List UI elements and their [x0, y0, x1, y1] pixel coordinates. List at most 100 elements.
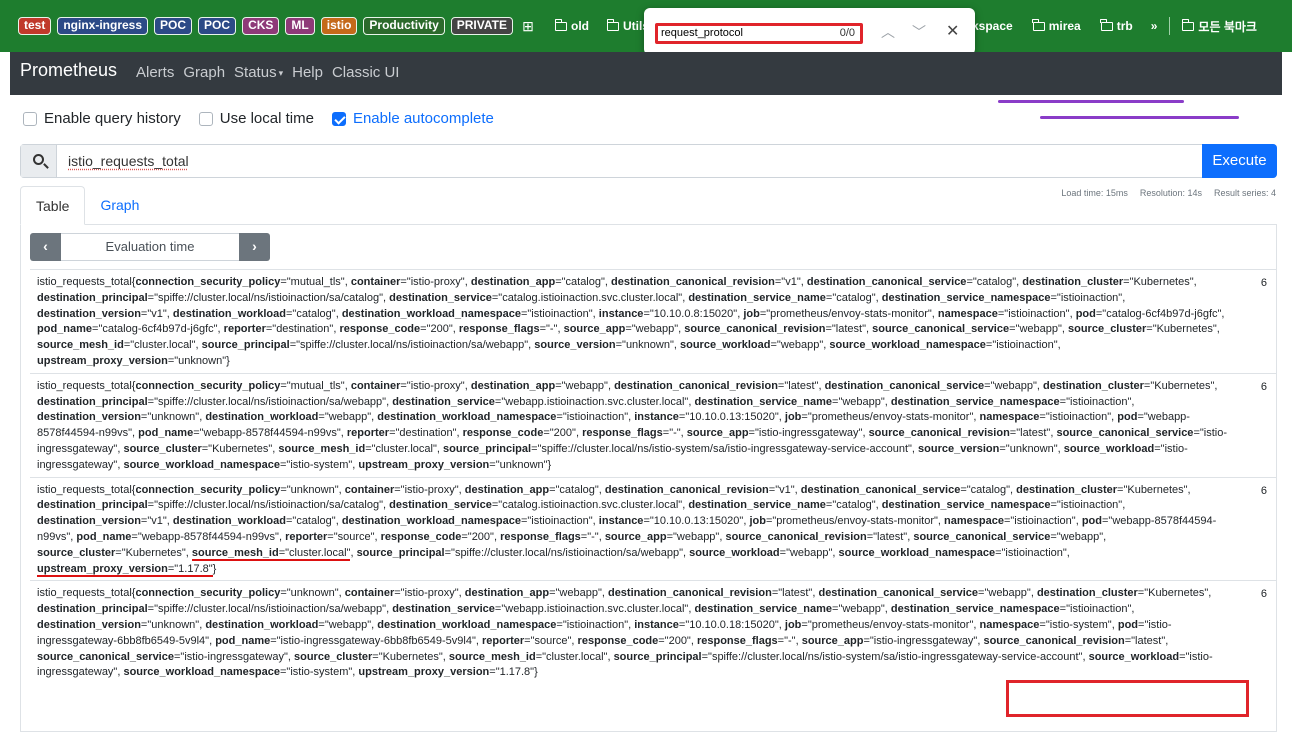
- find-bar: request_protocol 0/0 ︿ ﹀ ✕: [644, 8, 975, 55]
- nav-graph[interactable]: Graph: [183, 64, 225, 81]
- label-pair: source_mesh_id="cluster.local": [448, 650, 608, 663]
- tab-graph[interactable]: Graph: [85, 186, 154, 225]
- query-history-checkbox[interactable]: [23, 111, 37, 126]
- all-bookmarks-label: 모든 북마크: [1198, 19, 1257, 34]
- bookmark-folder-kspace[interactable]: kspace: [972, 19, 1013, 33]
- label-pair: connection_security_policy="unknown": [135, 483, 339, 496]
- bookmark-folders-right: kspace mirea trb » 모든 북마크: [960, 17, 1257, 35]
- autocomplete-checkbox[interactable]: [331, 111, 346, 126]
- label-key: destination_canonical_service: [800, 483, 961, 496]
- label-pair: response_flags="-": [696, 634, 796, 647]
- label-key: source_canonical_service: [1056, 427, 1194, 440]
- label-pair: destination_cluster="Kubernetes": [1016, 483, 1188, 496]
- bookmark-tag-poc[interactable]: POC: [154, 17, 193, 35]
- label-key: source_version: [918, 442, 1000, 455]
- query-input[interactable]: istio_requests_total: [57, 145, 1202, 177]
- bookmark-tag-istio[interactable]: istio: [320, 17, 358, 35]
- query-history-option[interactable]: Enable query history: [23, 110, 181, 127]
- all-bookmarks-folder[interactable]: 모든 북마크: [1181, 18, 1257, 35]
- label-pair: destination_principal="spiffe://cluster.…: [37, 499, 384, 512]
- label-key: response_flags: [696, 634, 778, 647]
- find-prev-icon[interactable]: ︿: [881, 22, 895, 42]
- label-pair: upstream_proxy_version="unknown": [37, 354, 227, 367]
- execute-button[interactable]: Execute: [1202, 144, 1277, 178]
- bookmark-folder-utils[interactable]: Utils: [606, 18, 649, 33]
- label-pair: job="prometheus/envoy-stats-monitor": [784, 618, 974, 631]
- evaluation-time-input[interactable]: Evaluation time: [61, 233, 239, 261]
- label-key: source_canonical_revision: [725, 530, 867, 543]
- folder-icon: [1181, 18, 1195, 31]
- label-key: destination_service_name: [688, 499, 826, 512]
- eval-prev-button[interactable]: ‹: [30, 233, 61, 261]
- label-pair: source_app="istio-ingressgateway": [801, 634, 978, 647]
- label-key: upstream_proxy_version: [358, 458, 490, 471]
- label-key: destination_app: [464, 587, 550, 600]
- label-key: destination_version: [37, 515, 141, 528]
- tab-table[interactable]: Table: [20, 186, 86, 225]
- nav-help[interactable]: Help: [292, 64, 323, 81]
- apps-grid-icon[interactable]: ⊞: [519, 18, 537, 35]
- label-key: source_workload: [680, 339, 771, 352]
- label-key: source_canonical_revision: [868, 427, 1010, 440]
- eval-next-button[interactable]: ›: [239, 233, 270, 261]
- label-pair: pod_name="webapp-8578f44594-n99vs": [76, 530, 279, 543]
- bookmark-folder-mirea[interactable]: mirea: [1032, 18, 1081, 33]
- label-pair: destination_workload="webapp": [205, 411, 372, 424]
- label-pair: source_version="unknown": [534, 339, 674, 352]
- label-key: source_canonical_service: [913, 530, 1051, 543]
- bookmark-tag-test[interactable]: test: [18, 17, 52, 35]
- bookmark-tag-ml[interactable]: ML: [285, 17, 315, 35]
- label-key: response_flags: [458, 323, 540, 336]
- label-key: destination_canonical_revision: [604, 483, 769, 496]
- label-pair: source_principal="spiffe://cluster.local…: [201, 339, 529, 352]
- bookmark-tag-private[interactable]: PRIVATE: [450, 17, 513, 35]
- view-tabs: Table Graph: [20, 186, 154, 225]
- label-key: destination_cluster: [1016, 483, 1118, 496]
- bookmark-folder-old[interactable]: old: [554, 18, 589, 33]
- label-key: source_cluster: [123, 442, 202, 455]
- label-key: destination_service_namespace: [890, 603, 1060, 616]
- label-key: destination_canonical_service: [824, 379, 985, 392]
- nav-alerts[interactable]: Alerts: [136, 64, 174, 81]
- label-key: destination_workload_namespace: [377, 411, 557, 424]
- nav-classic-ui[interactable]: Classic UI: [332, 64, 400, 81]
- bookmark-tag-poc[interactable]: POC: [198, 17, 237, 35]
- brand[interactable]: Prometheus: [20, 60, 117, 81]
- label-pair: upstream_proxy_version="1.17.8": [37, 562, 213, 577]
- label-key: instance: [634, 411, 679, 424]
- local-time-option[interactable]: Use local time: [198, 110, 314, 127]
- label-key: source_mesh_id: [278, 442, 366, 455]
- bookmark-tag-productivity[interactable]: Productivity: [363, 17, 445, 35]
- label-key: destination_service: [392, 603, 495, 616]
- find-close-icon[interactable]: ✕: [946, 21, 959, 41]
- label-pair: pod_name="catalog-6cf4b97d-j6gfc": [37, 323, 218, 336]
- find-input[interactable]: request_protocol 0/0: [655, 23, 863, 44]
- query-options: Enable query history Use local time Enab…: [23, 110, 494, 127]
- label-key: reporter: [481, 634, 525, 647]
- label-key: reporter: [346, 427, 390, 440]
- label-key: pod_name: [37, 323, 93, 336]
- label-key: source_principal: [443, 442, 532, 455]
- label-key: destination_service: [389, 499, 492, 512]
- label-key: destination_cluster: [1043, 379, 1144, 392]
- label-pair: destination_workload_namespace="istioina…: [377, 411, 629, 424]
- local-time-checkbox[interactable]: [198, 111, 213, 126]
- bookmark-tag-nginx-ingress[interactable]: nginx-ingress: [57, 17, 149, 35]
- label-pair: source_principal="spiffe://cluster.local…: [613, 650, 1083, 663]
- label-key: response_code: [577, 634, 659, 647]
- nav-status[interactable]: Status ▾: [234, 64, 283, 81]
- autocomplete-option[interactable]: Enable autocomplete: [331, 110, 494, 127]
- label-pair: container="istio-proxy": [350, 379, 465, 392]
- bookmark-tag-cks[interactable]: CKS: [242, 17, 280, 35]
- row-value: 6: [1260, 588, 1267, 601]
- label-pair: source_mesh_id="cluster.local": [191, 546, 351, 561]
- bookmark-folder-trb[interactable]: trb: [1100, 18, 1133, 33]
- label-pair: source_workload_namespace="istioinaction…: [838, 546, 1067, 559]
- bookmark-separator: [1169, 17, 1171, 35]
- bookmarks-overflow-icon[interactable]: »: [1151, 19, 1158, 33]
- label-pair: source_canonical_service="istio-ingressg…: [37, 650, 288, 663]
- label-pair: destination_service="webapp.istioinactio…: [392, 395, 689, 408]
- find-next-icon[interactable]: ﹀: [912, 22, 926, 42]
- label-pair: reporter="source": [481, 634, 572, 647]
- label-pair: destination_cluster="Kubernetes": [1036, 587, 1209, 600]
